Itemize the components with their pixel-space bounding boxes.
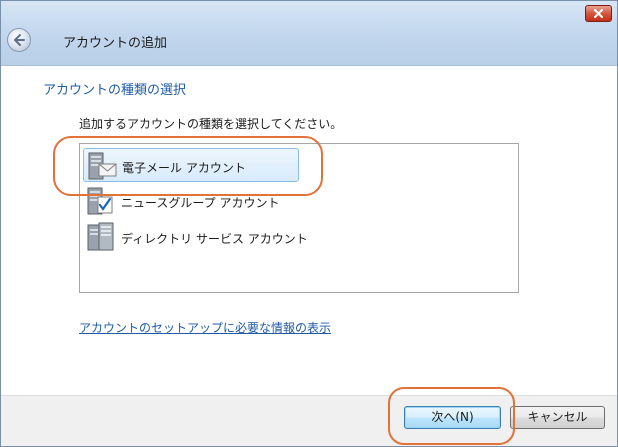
window-title: アカウントの追加 <box>63 36 168 51</box>
list-item-label: ニュースグループ アカウント <box>121 196 280 210</box>
list-item-email-account[interactable]: 電子メール アカウント <box>83 148 299 182</box>
directory-service-icon <box>87 222 114 251</box>
list-item-newsgroup-account[interactable]: ニュースグループ アカウント <box>83 184 299 218</box>
list-item-label: ディレクトリ サービス アカウント <box>121 232 308 246</box>
back-button[interactable] <box>7 28 31 52</box>
add-account-dialog: アカウントの追加 アカウントの種類の選択 追加するアカウントの種類を選択してくだ… <box>0 0 618 447</box>
close-icon <box>594 9 603 18</box>
list-item-directory-service[interactable]: ディレクトリ サービス アカウント <box>83 220 308 254</box>
newsgroup-account-icon <box>87 187 113 215</box>
next-button[interactable]: 次へ(N) <box>404 406 501 429</box>
email-account-icon <box>88 152 117 180</box>
instruction-text: 追加するアカウントの種類を選択してください。 <box>79 117 343 131</box>
list-item-label: 電子メール アカウント <box>122 161 246 175</box>
page-heading: アカウントの種類の選択 <box>43 83 187 98</box>
close-button[interactable] <box>585 5 612 22</box>
back-arrow-icon <box>14 34 25 46</box>
setup-info-link[interactable]: アカウントのセットアップに必要な情報の表示 <box>79 319 331 336</box>
cancel-button[interactable]: キャンセル <box>510 406 605 429</box>
title-bar: アカウントの追加 <box>1 1 617 66</box>
dialog-footer: 次へ(N) キャンセル <box>1 395 617 446</box>
account-type-list[interactable]: 電子メール アカウント ニュースグループ アカウント ディレクトリ サービス ア… <box>79 143 519 293</box>
